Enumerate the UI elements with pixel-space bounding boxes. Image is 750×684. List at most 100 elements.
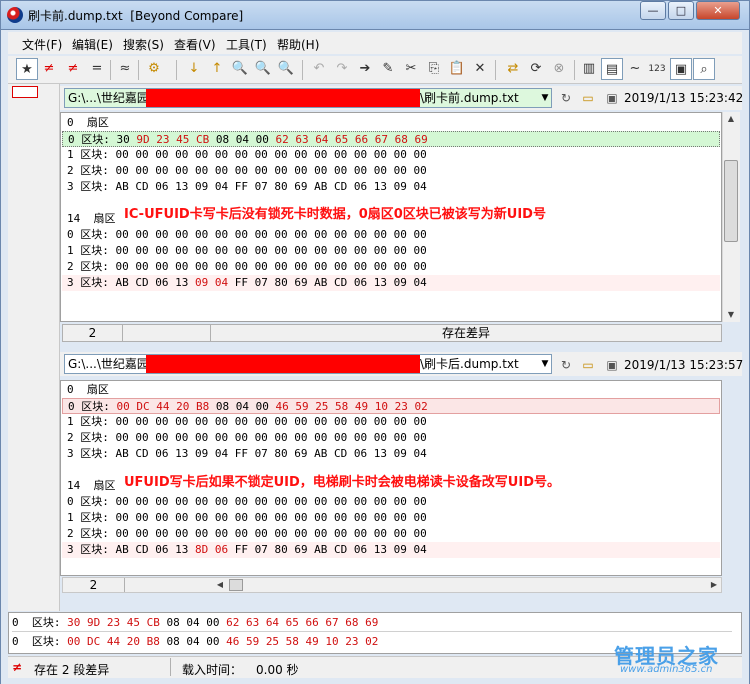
show-same-diffs-icon[interactable]: ≠ bbox=[62, 58, 84, 80]
line-text: 2 区块: 00 00 00 00 00 00 00 00 00 00 00 0… bbox=[67, 527, 427, 540]
layout-vertical-icon[interactable]: ▤ bbox=[601, 58, 623, 80]
find-icon[interactable]: 🔍 bbox=[229, 58, 251, 80]
scroll-up-icon[interactable]: ▲ bbox=[724, 114, 738, 124]
swap-sides-icon[interactable]: ⇄ bbox=[502, 58, 524, 80]
bottom-path-dropdown-icon[interactable]: ▼ bbox=[538, 355, 552, 373]
scroll-left-icon[interactable]: ◀ bbox=[213, 580, 227, 590]
bottom-save-icon[interactable]: ▣ bbox=[604, 357, 620, 373]
top-path-prefix: G:\...\世纪嘉园 bbox=[68, 91, 149, 105]
rules-icon[interactable]: ⚙ bbox=[143, 58, 165, 80]
menu-help[interactable]: 帮助(H) bbox=[277, 36, 319, 53]
top-path-dropdown-icon[interactable]: ▼ bbox=[538, 89, 552, 107]
line-text: 14 扇区 bbox=[67, 479, 116, 492]
diff-text: 00 DC 44 20 B8 bbox=[67, 635, 160, 648]
status-separator bbox=[170, 658, 171, 676]
line-text: 3 区块: AB CD 06 13 09 04 FF 07 80 69 AB C… bbox=[67, 447, 427, 460]
scroll-down-icon[interactable]: ▼ bbox=[724, 310, 738, 320]
refresh-icon[interactable]: ⟳ bbox=[525, 58, 547, 80]
text-line[interactable]: 1 区块: 00 00 00 00 00 00 00 00 00 00 00 0… bbox=[62, 510, 720, 526]
show-icons-icon[interactable]: ▣ bbox=[670, 58, 692, 80]
bottom-annotation: UFUID写卡后如果不锁定UID，电梯刷卡时会被电梯读卡设备改写UID号。 bbox=[124, 475, 560, 490]
cut-icon[interactable]: ✂ bbox=[400, 58, 422, 80]
line-text: 3 区块: AB CD 06 13 bbox=[67, 276, 195, 289]
text-line[interactable]: 0 区块: 30 9D 23 45 CB 08 04 00 62 63 64 6… bbox=[62, 131, 720, 147]
line-text: 1 区块: 00 00 00 00 00 00 00 00 00 00 00 0… bbox=[67, 415, 427, 428]
diff-status-icon: ≠ bbox=[12, 660, 23, 674]
layout-horizontal-icon[interactable]: ▥ bbox=[578, 58, 600, 80]
menu-view[interactable]: 查看(V) bbox=[174, 36, 216, 53]
text-line[interactable]: 2 区块: 00 00 00 00 00 00 00 00 00 00 00 0… bbox=[62, 430, 720, 446]
line-text: 14 扇区 bbox=[67, 212, 116, 225]
context-icon[interactable]: ≈ bbox=[114, 58, 136, 80]
text-line[interactable]: 0 扇区 bbox=[62, 115, 720, 131]
menu-tools[interactable]: 工具(T) bbox=[226, 36, 267, 53]
show-diffs-icon[interactable]: ≠ bbox=[38, 58, 60, 80]
watermark-url: www.admin365.cn bbox=[620, 664, 713, 675]
next-diff-icon[interactable]: ↓ bbox=[183, 58, 205, 80]
show-same-icon[interactable]: = bbox=[86, 58, 108, 80]
find-next-icon[interactable]: 🔍 bbox=[252, 58, 274, 80]
line-text: 08 04 00 bbox=[159, 635, 227, 648]
top-save-icon[interactable]: ▣ bbox=[604, 90, 620, 106]
zoom-icon[interactable]: ⌕ bbox=[693, 58, 715, 80]
maximize-button[interactable]: □ bbox=[668, 1, 694, 20]
bottom-open-folder-icon[interactable]: ▭ bbox=[580, 357, 596, 373]
top-status-bar: 2 存在差异 bbox=[62, 324, 722, 342]
text-line[interactable]: 1 区块: 00 00 00 00 00 00 00 00 00 00 00 0… bbox=[62, 414, 720, 430]
edit-icon[interactable]: ✎ bbox=[377, 58, 399, 80]
ignore-unimportant-icon[interactable]: ~ bbox=[624, 58, 646, 80]
text-line[interactable]: 0 区块: 00 DC 44 20 B8 08 04 00 46 59 25 5… bbox=[62, 398, 720, 414]
top-line-number: 2 bbox=[63, 325, 123, 341]
line-text: 0 扇区 bbox=[67, 383, 109, 396]
copy-to-other-side-icon[interactable]: ➔ bbox=[354, 58, 376, 80]
top-refresh-icon[interactable]: ↻ bbox=[558, 90, 574, 106]
top-open-folder-icon[interactable]: ▭ bbox=[580, 90, 596, 106]
bottom-refresh-icon[interactable]: ↻ bbox=[558, 357, 574, 373]
line-text: 1 区块: 00 00 00 00 00 00 00 00 00 00 00 0… bbox=[67, 511, 427, 524]
text-line[interactable]: 3 区块: AB CD 06 13 09 04 FF 07 80 69 AB C… bbox=[62, 179, 720, 195]
beyond-compare-icon bbox=[7, 7, 23, 23]
redo-icon[interactable]: ↷ bbox=[331, 58, 353, 80]
text-line[interactable]: 0 区块: 00 00 00 00 00 00 00 00 00 00 00 0… bbox=[62, 227, 720, 243]
bottom-hscroll-thumb[interactable] bbox=[229, 579, 243, 591]
bottom-line-number: 2 bbox=[63, 578, 125, 592]
text-line[interactable]: 2 区块: 00 00 00 00 00 00 00 00 00 00 00 0… bbox=[62, 526, 720, 542]
menu-edit[interactable]: 编辑(E) bbox=[72, 36, 113, 53]
line-text: 08 04 00 bbox=[209, 400, 276, 413]
prev-diff-icon[interactable]: ↑ bbox=[206, 58, 228, 80]
overview-thumb[interactable] bbox=[12, 86, 38, 98]
text-line[interactable]: 0 扇区 bbox=[62, 382, 720, 398]
menu-search[interactable]: 搜索(S) bbox=[123, 36, 164, 53]
top-timestamp: 2019/1/13 15:23:42 bbox=[624, 91, 744, 105]
top-scroll-thumb[interactable] bbox=[724, 160, 738, 242]
text-line[interactable]: 3 区块: AB CD 06 13 09 04 FF 07 80 69 AB C… bbox=[62, 446, 720, 462]
diff-text: 30 9D 23 45 CB bbox=[67, 616, 160, 629]
text-line[interactable]: 2 区块: 00 00 00 00 00 00 00 00 00 00 00 0… bbox=[62, 163, 720, 179]
bottom-horizontal-scrollbar[interactable]: 2 ◀ ▶ bbox=[62, 577, 722, 593]
menu-file[interactable]: 文件(F) bbox=[22, 36, 62, 53]
redacted-path bbox=[146, 355, 420, 373]
text-line[interactable]: 3 区块: AB CD 06 13 09 04 FF 07 80 69 AB C… bbox=[62, 275, 720, 291]
copy-icon[interactable]: ⎘ bbox=[423, 58, 445, 80]
text-line[interactable]: 1 区块: 00 00 00 00 00 00 00 00 00 00 00 0… bbox=[62, 243, 720, 259]
text-line[interactable]: 1 区块: 00 00 00 00 00 00 00 00 00 00 00 0… bbox=[62, 147, 720, 163]
minimize-button[interactable]: — bbox=[640, 1, 666, 20]
delete-icon[interactable]: ✕ bbox=[469, 58, 491, 80]
stop-icon[interactable]: ⊗ bbox=[548, 58, 570, 80]
scroll-right-icon[interactable]: ▶ bbox=[707, 580, 721, 590]
overview-strip[interactable] bbox=[8, 84, 60, 611]
diff-text: 46 59 25 58 49 10 23 02 bbox=[275, 400, 428, 413]
paste-icon[interactable]: 📋 bbox=[446, 58, 468, 80]
find-prev-icon[interactable]: 🔍 bbox=[275, 58, 297, 80]
show-all-icon[interactable]: ★ bbox=[16, 58, 38, 80]
text-line[interactable]: 3 区块: AB CD 06 13 8D 06 FF 07 80 69 AB C… bbox=[62, 542, 720, 558]
diff-count-text: 存在 2 段差异 bbox=[34, 663, 110, 677]
window-title: 刷卡前.dump.txt [Beyond Compare] bbox=[28, 9, 244, 23]
close-button[interactable]: ✕ bbox=[696, 1, 740, 20]
line-numbers-icon[interactable]: 123 bbox=[646, 58, 668, 80]
load-time-value: 0.00 秒 bbox=[256, 663, 299, 677]
undo-icon[interactable]: ↶ bbox=[308, 58, 330, 80]
line-text: 08 04 00 bbox=[209, 133, 276, 146]
text-line[interactable]: 0 区块: 00 00 00 00 00 00 00 00 00 00 00 0… bbox=[62, 494, 720, 510]
text-line[interactable]: 2 区块: 00 00 00 00 00 00 00 00 00 00 00 0… bbox=[62, 259, 720, 275]
